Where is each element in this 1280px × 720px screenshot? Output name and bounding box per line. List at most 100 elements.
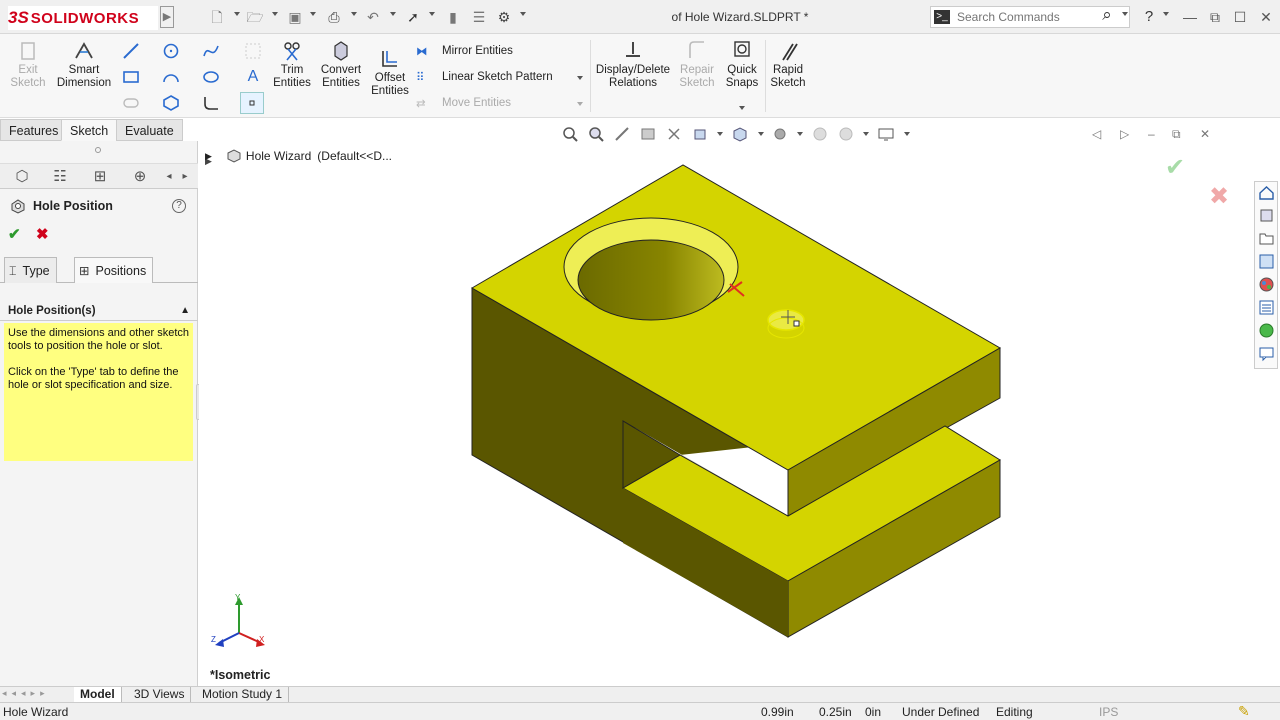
- hide-show-items-icon[interactable]: [772, 126, 788, 142]
- mirror-entities-button[interactable]: ⧓ Mirror Entities: [416, 44, 513, 58]
- quick-snaps-caret-icon[interactable]: [739, 106, 745, 110]
- expand-menu-icon[interactable]: ▶: [160, 6, 174, 28]
- dimxpert-manager-icon[interactable]: ⊕: [122, 166, 158, 188]
- rapid-sketch-button[interactable]: Rapid Sketch: [768, 40, 808, 90]
- solidworks-resources-icon[interactable]: [1258, 184, 1275, 201]
- move-entities-caret-icon[interactable]: [577, 102, 583, 106]
- save-caret-icon[interactable]: [310, 12, 316, 16]
- rebuild-status-icon[interactable]: ✎: [1238, 703, 1250, 720]
- confirm-corner-cancel-icon[interactable]: ✖: [1209, 182, 1229, 211]
- section-view-icon[interactable]: [640, 126, 656, 142]
- tab-type[interactable]: ⌶ Type: [4, 257, 57, 283]
- display-delete-relations-button[interactable]: Display/Delete Relations: [594, 40, 672, 90]
- tile-icon[interactable]: ⧉: [1205, 8, 1225, 26]
- text-tool-icon[interactable]: A: [244, 68, 262, 86]
- open-icon[interactable]: 🗁: [246, 8, 264, 26]
- undo-caret-icon[interactable]: [390, 12, 396, 16]
- viewport-prev-icon[interactable]: ◁: [1092, 127, 1101, 141]
- trim-entities-button[interactable]: Trim Entities: [270, 40, 314, 90]
- view-settings-icon[interactable]: [878, 126, 894, 142]
- confirm-corner-ok-icon[interactable]: ✔: [1165, 153, 1185, 182]
- ok-check-icon[interactable]: ✔: [8, 225, 21, 243]
- solidworks-logo[interactable]: 3S SOLIDWORKS: [8, 6, 158, 30]
- select-pointer-icon[interactable]: ➚: [404, 8, 422, 26]
- display-style-icon[interactable]: [732, 126, 748, 142]
- design-library-icon[interactable]: [1258, 207, 1275, 224]
- new-document-icon[interactable]: 🗋: [208, 8, 226, 26]
- search-input[interactable]: [957, 9, 1097, 25]
- rectangle-icon[interactable]: [122, 68, 140, 86]
- slot-icon[interactable]: [122, 94, 140, 112]
- smart-dimension-button[interactable]: Smart Dimension: [54, 40, 114, 90]
- select-caret-icon[interactable]: [429, 12, 435, 16]
- view-orientation-caret-icon[interactable]: [717, 132, 723, 136]
- help-caret-icon[interactable]: [1163, 12, 1169, 16]
- print-icon[interactable]: ⎙: [325, 8, 343, 26]
- configuration-manager-icon[interactable]: ⊞: [82, 166, 118, 188]
- repair-sketch-button[interactable]: Repair Sketch: [676, 40, 718, 90]
- file-properties-icon[interactable]: ☰: [470, 8, 488, 26]
- undo-icon[interactable]: ↶: [364, 8, 382, 26]
- point-icon[interactable]: [240, 92, 264, 114]
- status-units[interactable]: IPS: [1099, 705, 1118, 719]
- apply-scene-caret-icon[interactable]: [863, 132, 869, 136]
- view-orientation-icon[interactable]: [692, 126, 708, 142]
- maximize-icon[interactable]: ☐: [1230, 8, 1250, 26]
- view-settings-caret-icon[interactable]: [904, 132, 910, 136]
- scroll-left-icon[interactable]: ◂: [162, 166, 176, 188]
- linear-sketch-pattern-button[interactable]: ⠿ Linear Sketch Pattern: [416, 70, 553, 84]
- arc-icon[interactable]: [162, 68, 180, 86]
- exit-sketch-button[interactable]: Exit Sketch: [8, 40, 48, 90]
- tab-sketch[interactable]: Sketch: [61, 119, 118, 141]
- display-style-caret-icon[interactable]: [758, 132, 764, 136]
- offset-entities-button[interactable]: Offset Entities: [368, 48, 412, 98]
- view-palette-icon[interactable]: [1258, 253, 1275, 270]
- solidworks-forum-icon[interactable]: [1258, 322, 1275, 339]
- save-icon[interactable]: ▣: [286, 8, 304, 26]
- rebuild-icon[interactable]: ▮: [444, 8, 462, 26]
- new-caret-icon[interactable]: [234, 12, 240, 16]
- tab-3d-views[interactable]: 3D Views: [128, 687, 192, 703]
- viewport-restore-icon[interactable]: ⧉: [1172, 127, 1181, 142]
- previous-view-icon[interactable]: [614, 126, 630, 142]
- scroll-right-icon[interactable]: ▸: [178, 166, 192, 188]
- polygon-icon[interactable]: [162, 94, 180, 112]
- zoom-to-fit-icon[interactable]: [562, 126, 578, 142]
- hide-show-caret-icon[interactable]: [797, 132, 803, 136]
- graphics-area[interactable]: ▶ ◁ ▷ – ⧉ ✕ ✔ ✖ Y X Z: [199, 119, 1280, 686]
- help-icon[interactable]: ?: [172, 199, 186, 213]
- cancel-x-icon[interactable]: ✖: [36, 225, 49, 243]
- options-caret-icon[interactable]: [520, 12, 526, 16]
- viewport-next-icon[interactable]: ▷: [1120, 127, 1129, 141]
- search-caret-icon[interactable]: [1122, 12, 1128, 16]
- viewport-minimize-icon[interactable]: –: [1148, 127, 1155, 141]
- dynamic-annotation-icon[interactable]: [666, 126, 682, 142]
- panel-collapse-handle[interactable]: [95, 147, 101, 153]
- close-icon[interactable]: ✕: [1256, 8, 1276, 26]
- tab-model[interactable]: Model: [74, 687, 122, 703]
- viewport-close-icon[interactable]: ✕: [1200, 127, 1210, 141]
- convert-entities-button[interactable]: Convert Entities: [316, 40, 366, 90]
- feature-manager-icon[interactable]: ⬡: [4, 166, 40, 188]
- tab-evaluate[interactable]: Evaluate: [116, 119, 183, 141]
- centerline-icon[interactable]: [244, 42, 262, 60]
- circle-icon[interactable]: [162, 42, 180, 60]
- tab-positions[interactable]: ⊞ Positions: [74, 257, 154, 283]
- tab-motion-study[interactable]: Motion Study 1: [196, 687, 290, 703]
- tree-expand-icon[interactable]: ▶: [205, 151, 212, 162]
- fillet-icon[interactable]: [202, 94, 220, 112]
- print-caret-icon[interactable]: [351, 12, 357, 16]
- feature-tree-flyout[interactable]: ▶ Hole Wizard (Default<<D...: [205, 148, 392, 164]
- search-icon[interactable]: ⌕: [1098, 6, 1116, 24]
- quick-snaps-button[interactable]: Quick Snaps: [722, 40, 762, 90]
- edit-appearance-icon[interactable]: [812, 126, 828, 142]
- chat-icon[interactable]: [1258, 345, 1275, 362]
- custom-properties-icon[interactable]: [1258, 299, 1275, 316]
- tab-scroll-arrows-icon[interactable]: ◂◂◂▸▸: [2, 688, 50, 699]
- help-icon[interactable]: ?: [1140, 8, 1158, 26]
- hole-positions-group-header[interactable]: Hole Position(s) ▲: [0, 301, 198, 321]
- property-manager-icon[interactable]: ☷: [42, 166, 78, 188]
- appearances-icon[interactable]: [1258, 276, 1275, 293]
- spline-icon[interactable]: [202, 42, 220, 60]
- file-explorer-icon[interactable]: [1258, 230, 1275, 247]
